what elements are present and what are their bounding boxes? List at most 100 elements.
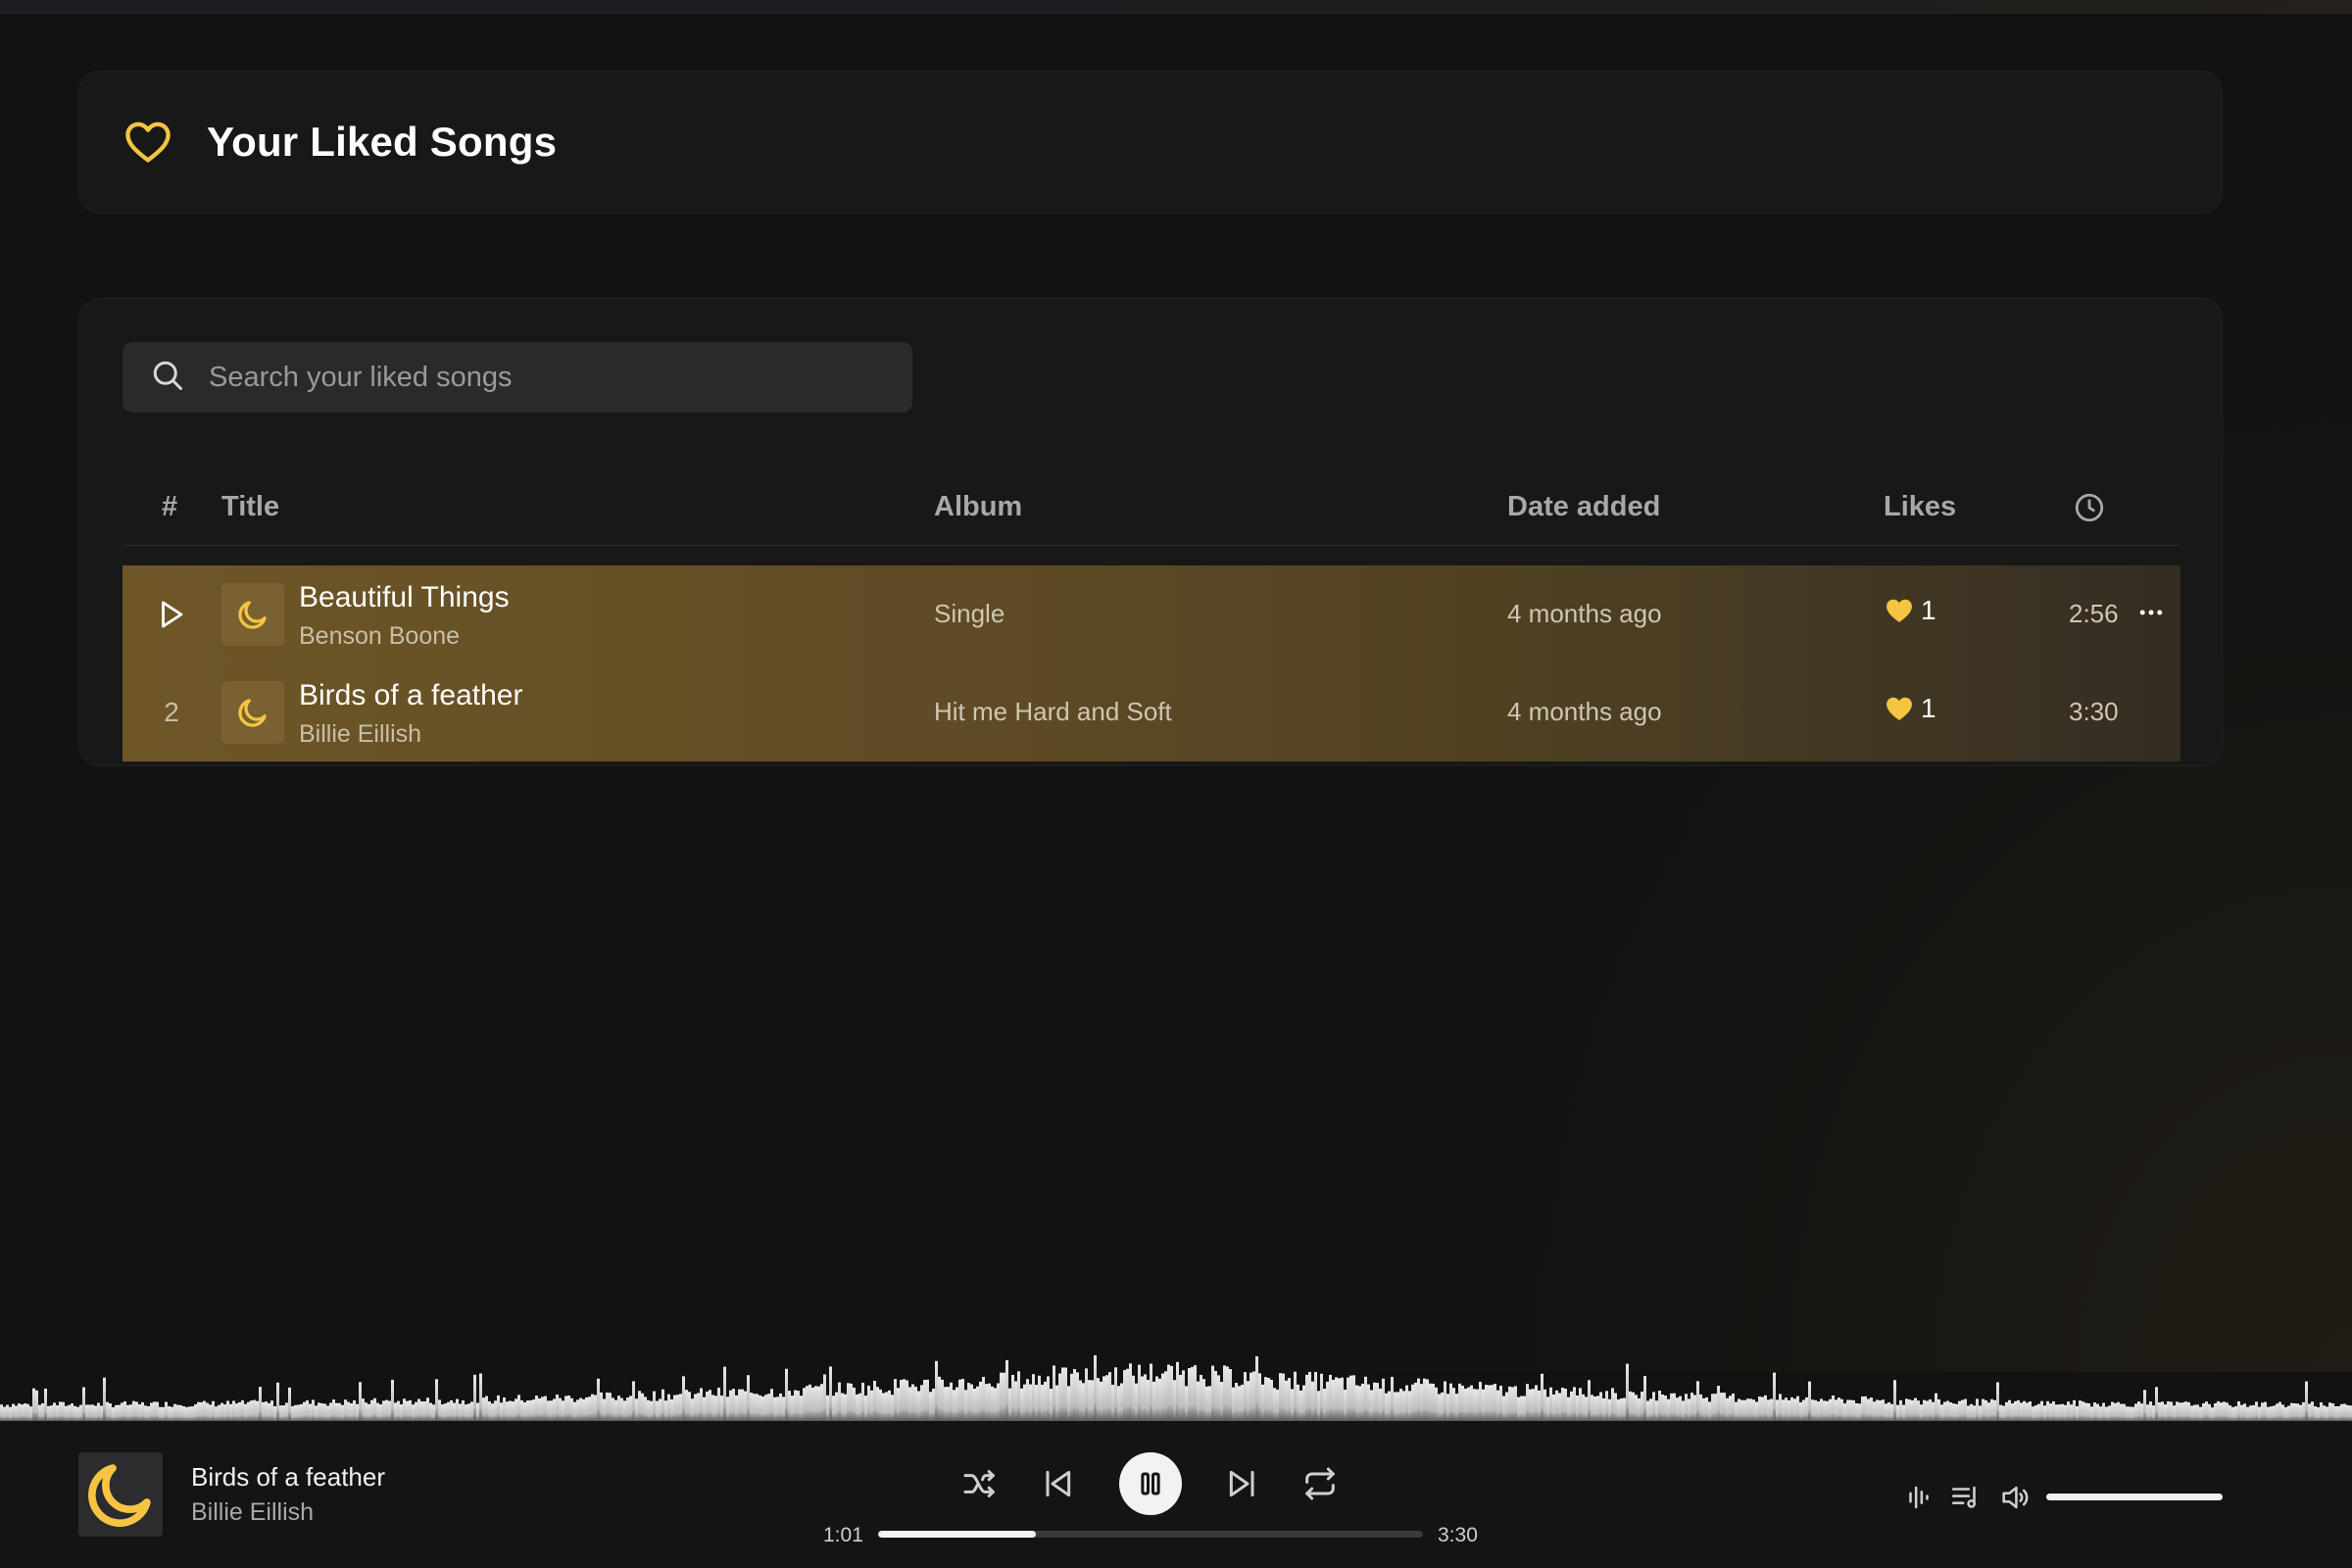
- now-playing-title[interactable]: Birds of a feather: [191, 1462, 385, 1493]
- waveform-bar: [779, 1393, 782, 1421]
- waveform-bar: [1646, 1400, 1649, 1421]
- waveform-bar: [1588, 1380, 1591, 1421]
- table-row[interactable]: 2 Birds of a feather Billie Eillish Hit …: [122, 663, 2180, 761]
- waveform-bar: [517, 1395, 520, 1421]
- more-options-icon[interactable]: [2133, 595, 2169, 630]
- progress-bar[interactable]: [878, 1531, 1423, 1538]
- waveform-bar: [1764, 1395, 1767, 1421]
- waveform-bar: [788, 1391, 791, 1421]
- waveform-bar: [2117, 1401, 2120, 1421]
- waveform-bar: [867, 1385, 870, 1421]
- waveform-bar: [1705, 1396, 1708, 1421]
- waveform-bar: [162, 1406, 165, 1421]
- song-artist[interactable]: Billie Eillish: [299, 720, 421, 749]
- waveform-bar: [1917, 1400, 1920, 1421]
- next-track-icon[interactable]: [1219, 1460, 1266, 1507]
- waveform-bar: [379, 1404, 382, 1421]
- waveform-bar: [1905, 1398, 1908, 1421]
- waveform-bar: [864, 1396, 867, 1421]
- now-playing-artist[interactable]: Billie Eillish: [191, 1498, 314, 1527]
- shuffle-icon[interactable]: [956, 1460, 1004, 1507]
- waveform-bar: [1358, 1386, 1361, 1421]
- waveform-bar: [1773, 1372, 1776, 1421]
- waveform-bar: [1711, 1394, 1714, 1421]
- previous-track-icon[interactable]: [1034, 1460, 1081, 1507]
- waveform-bar: [391, 1379, 394, 1421]
- waveform-bar: [929, 1392, 932, 1421]
- progress-fill: [878, 1531, 1037, 1538]
- waveform-bar: [85, 1404, 88, 1421]
- waveform-bar: [244, 1403, 247, 1421]
- waveform-bar: [165, 1401, 168, 1421]
- waveform-bar: [1746, 1398, 1749, 1421]
- waveform-bar: [1638, 1397, 1641, 1421]
- column-header-title[interactable]: Title: [221, 467, 279, 546]
- waveform-bar: [1852, 1399, 1855, 1421]
- moon-icon: [238, 601, 267, 629]
- waveform-bar: [2099, 1406, 2102, 1421]
- waveform-bar: [50, 1405, 53, 1421]
- clock-icon[interactable]: [2073, 491, 2106, 532]
- song-album[interactable]: Single: [934, 599, 1004, 629]
- waveform-bar: [923, 1379, 926, 1421]
- waveform-bar: [1444, 1381, 1446, 1421]
- waveform-bar: [1926, 1400, 1929, 1421]
- waveform-bar: [144, 1405, 147, 1421]
- column-header-date-added[interactable]: Date added: [1507, 467, 1660, 546]
- waveform-bar: [1100, 1381, 1102, 1421]
- song-likes[interactable]: 1: [1884, 595, 1936, 626]
- waveform-bar: [276, 1382, 279, 1421]
- waveform-bar: [159, 1406, 162, 1421]
- waveform-bar: [1364, 1376, 1367, 1421]
- queue-icon[interactable]: [1946, 1478, 1985, 1517]
- waveform-bar: [453, 1402, 456, 1421]
- song-likes[interactable]: 1: [1884, 693, 1936, 724]
- waveform-bar: [1776, 1399, 1779, 1421]
- waveform-bar: [1799, 1401, 1802, 1421]
- waveform-bar: [1470, 1385, 1473, 1421]
- waveform-bar: [1223, 1365, 1226, 1421]
- waveform-bar: [1170, 1365, 1173, 1421]
- repeat-icon[interactable]: [1297, 1460, 1344, 1507]
- volume-slider[interactable]: [2046, 1494, 2223, 1500]
- waveform-bar: [1399, 1389, 1402, 1421]
- now-playing-cover[interactable]: [78, 1452, 163, 1537]
- waveform-bar: [1511, 1387, 1514, 1421]
- waveform-bar: [1061, 1367, 1064, 1421]
- song-album[interactable]: Hit me Hard and Soft: [934, 697, 1172, 727]
- table-row[interactable]: Beautiful Things Benson Boone Single 4 m…: [122, 565, 2180, 663]
- waveform-bar: [2214, 1403, 2217, 1421]
- pause-button[interactable]: [1119, 1452, 1182, 1515]
- waveform-bar: [1491, 1385, 1494, 1421]
- waveform-bar: [9, 1406, 12, 1421]
- waveform-bar: [1252, 1371, 1255, 1421]
- waveform-bar: [2196, 1404, 2199, 1421]
- waveform-bar: [115, 1404, 118, 1421]
- search-input[interactable]: [207, 360, 893, 395]
- play-icon[interactable]: [122, 565, 220, 663]
- waveform-bar: [1564, 1389, 1567, 1421]
- song-title[interactable]: Beautiful Things: [299, 581, 510, 614]
- song-title[interactable]: Birds of a feather: [299, 679, 522, 712]
- waveform-bar: [68, 1404, 71, 1421]
- search-box[interactable]: [122, 342, 912, 413]
- waveform-bar: [447, 1401, 450, 1421]
- audio-visualizer-toggle-icon[interactable]: [1899, 1478, 1938, 1517]
- waveform-bar: [1561, 1388, 1564, 1421]
- waveform-bar: [56, 1405, 59, 1421]
- song-artist[interactable]: Benson Boone: [299, 622, 460, 651]
- waveform-bar: [1126, 1368, 1129, 1421]
- volume-icon[interactable]: [1995, 1478, 2034, 1517]
- waveform-bar: [1147, 1380, 1150, 1421]
- waveform-bar: [2061, 1403, 2064, 1421]
- waveform-bar: [638, 1391, 641, 1421]
- waveform-bar: [100, 1405, 103, 1421]
- waveform-bar: [1255, 1355, 1258, 1421]
- column-header-likes[interactable]: Likes: [1884, 467, 1956, 546]
- waveform-bar: [1003, 1372, 1005, 1421]
- waveform-bar: [523, 1401, 526, 1421]
- waveform-bar: [229, 1403, 232, 1421]
- waveform-bar: [1288, 1378, 1291, 1421]
- waveform-bar: [203, 1400, 206, 1421]
- column-header-album[interactable]: Album: [934, 467, 1022, 546]
